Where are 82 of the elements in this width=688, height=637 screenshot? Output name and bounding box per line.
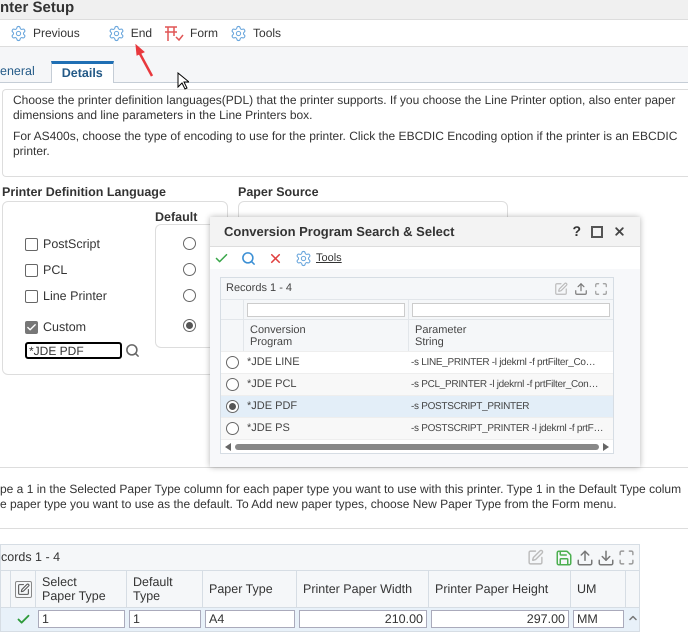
toolbar-button[interactable]: End <box>108 24 152 42</box>
section-title: Paper Source <box>238 184 320 199</box>
checkbox[interactable] <box>25 320 38 334</box>
table-cell-text: -s POSTSCRIPT_PRINTER <box>410 400 530 414</box>
column-header: Parameter String <box>415 324 468 348</box>
toolbar-button[interactable]: Form <box>164 24 218 42</box>
radio-button[interactable] <box>226 422 239 435</box>
checkbox-label: Custom <box>43 318 86 336</box>
column-header: Select Paper Type <box>42 575 107 603</box>
checkbox-label: Line Printer <box>43 288 107 305</box>
column-header: Paper Type <box>209 582 273 596</box>
records-count: cords 1 - 4 <box>1 549 60 566</box>
column-header: Conversion Program <box>250 324 307 348</box>
radio-button[interactable] <box>226 400 239 413</box>
table-input[interactable]: A4 <box>205 610 295 628</box>
table-input[interactable]: 210.00 <box>299 610 427 628</box>
search-icon[interactable] <box>241 250 256 266</box>
upload-icon[interactable] <box>574 282 588 296</box>
scroll-left-icon[interactable] <box>225 442 231 450</box>
tools-button[interactable]: Tools <box>295 250 342 266</box>
table-cell-text: *JDE PCL <box>246 377 298 392</box>
edit-icon[interactable] <box>14 580 32 598</box>
description-text: For AS400s, choose the type of encoding to use for the printer. Click the EBCDIC Encoding option if the printer is an EBCDIC printer. <box>13 129 678 159</box>
dialog-title: Conversion Program Search & Select <box>224 222 454 241</box>
gear-icon <box>108 24 125 42</box>
scroll-right-icon[interactable] <box>603 442 609 450</box>
toolbar-button[interactable]: Previous <box>10 24 80 42</box>
instructions-text: pe a 1 in the Selected Paper Type column for each paper type you want to use with this printer. Type 1 in the Default Type colum e paper type you want to use as the default. To Add new paper types, choose New Paper Type from the Form menu. <box>0 482 682 512</box>
arrow-drawing <box>134 44 154 78</box>
section-title: Printer Definition Language <box>2 184 166 199</box>
close-icon[interactable] <box>613 225 626 238</box>
gear-icon <box>10 24 27 42</box>
table-cell-text: -s LINE_PRINTER -l jdekrnl -f prtFilter_Co… <box>410 356 596 370</box>
table-input[interactable]: MM <box>573 610 624 628</box>
radio-button[interactable] <box>226 356 239 369</box>
filter-field[interactable] <box>412 303 610 318</box>
table-cell-text: *JDE PS <box>246 421 291 436</box>
save-icon[interactable] <box>555 548 573 566</box>
table-input[interactable]: 1 <box>38 610 125 628</box>
checkbox[interactable] <box>25 290 38 302</box>
window-title: nter Setup <box>0 0 74 15</box>
checkbox[interactable] <box>25 264 38 276</box>
table-cell-text: *JDE LINE <box>246 355 301 370</box>
upload-icon[interactable] <box>576 548 594 566</box>
column-header: Printer Paper Width <box>303 582 412 596</box>
result-row[interactable]: *JDE PS -s POSTSCRIPT_PRINTER -l jdekrnl -f prtF… <box>221 417 613 439</box>
radio-button[interactable] <box>183 263 196 276</box>
radio-button[interactable] <box>226 378 239 391</box>
table-cell-text: -s POSTSCRIPT_PRINTER -l jdekrnl -f prtF… <box>410 422 604 436</box>
description-text: Choose the printer definition languages(PDL) that the printer supports. If you choose the Line Printer option, also enter paper dimensions and line parameters in the Line Printers box. <box>13 93 676 123</box>
result-row[interactable]: *JDE PCL -s PCL_PRINTER -l jdekrnl -f prtFilter_Con… <box>221 373 613 395</box>
table-cell-text: -s PCL_PRINTER -l jdekrnl -f prtFilter_Con… <box>410 378 600 392</box>
table-input[interactable]: 297.00 <box>431 610 569 628</box>
search-icon[interactable] <box>125 343 140 358</box>
fullscreen-icon[interactable] <box>618 549 635 566</box>
tab[interactable]: Details <box>50 61 114 83</box>
radio-button[interactable] <box>183 237 196 250</box>
download-icon[interactable] <box>597 548 615 566</box>
toolbar-button[interactable]: Tools <box>230 24 282 42</box>
records-count: Records 1 - 4 <box>226 281 292 296</box>
tab[interactable]: eneral <box>0 60 45 82</box>
radio-button[interactable] <box>183 319 196 332</box>
table-input[interactable]: 1 <box>129 610 201 628</box>
checkbox-label: PCL <box>43 262 68 279</box>
checkbox[interactable] <box>25 238 38 250</box>
result-row[interactable]: *JDE PDF -s POSTSCRIPT_PRINTER <box>221 395 613 417</box>
help-button[interactable]: ? <box>572 221 581 242</box>
scrollbar-thumb[interactable] <box>235 444 599 450</box>
column-header: Default Type <box>133 575 174 603</box>
checkbox-label: PostScript <box>43 236 100 253</box>
gear-icon <box>230 24 248 42</box>
maximize-icon[interactable] <box>591 226 603 238</box>
column-header: Printer Paper Height <box>435 582 548 596</box>
form-icon <box>164 24 184 42</box>
radio-button[interactable] <box>183 289 196 302</box>
fullscreen-icon[interactable] <box>594 282 608 296</box>
custom-program-field[interactable]: *JDE PDF <box>25 342 122 359</box>
gear-icon <box>295 250 312 266</box>
column-header: UM <box>577 582 596 596</box>
table-cell-text: *JDE PDF <box>246 399 298 414</box>
column-label: Default <box>155 209 198 224</box>
filter-field[interactable] <box>247 303 405 318</box>
